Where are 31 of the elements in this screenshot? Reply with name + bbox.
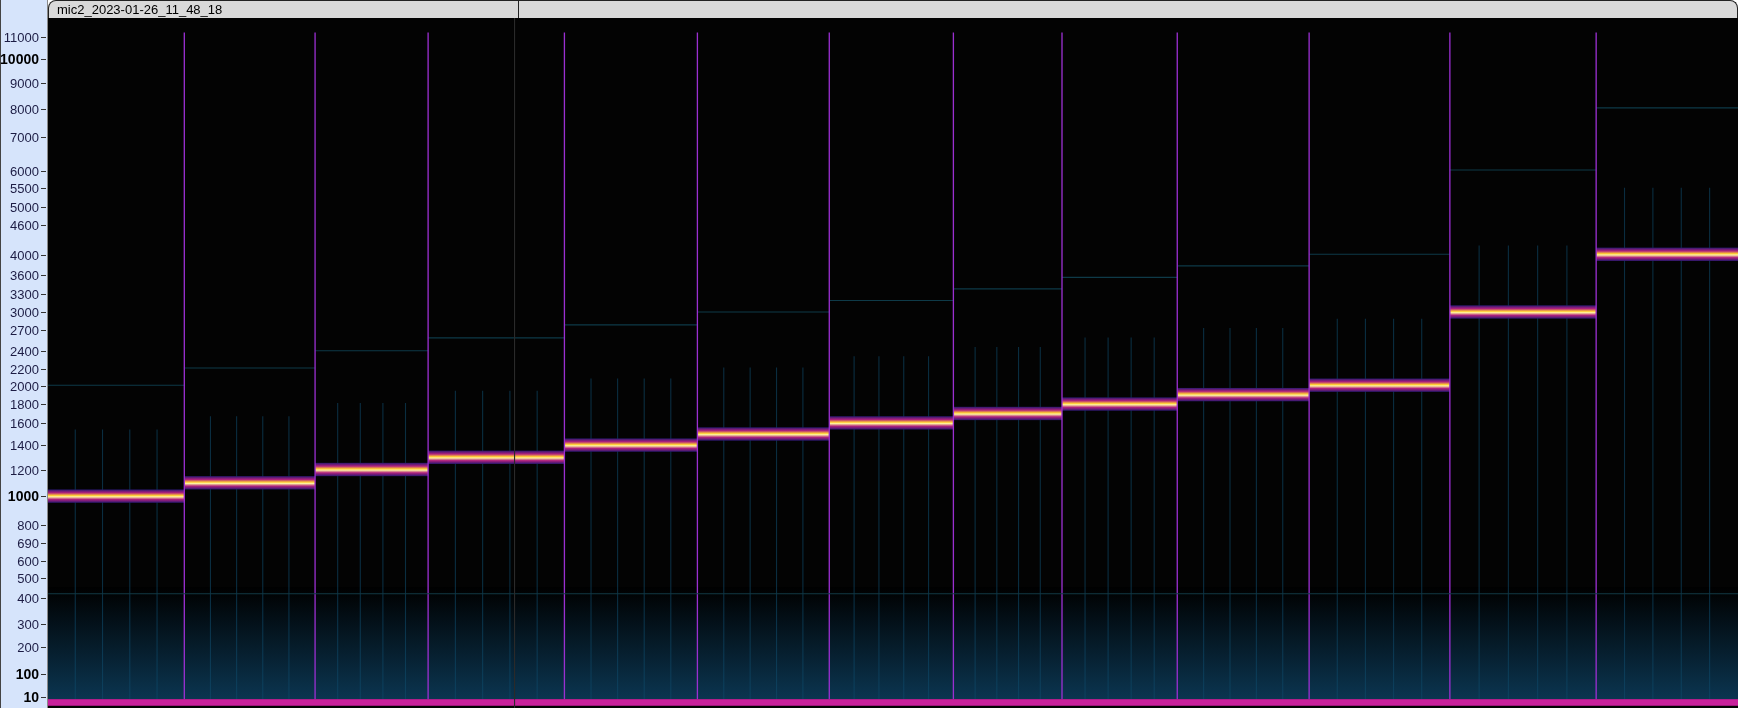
axis-label: 11000 (3, 30, 39, 44)
axis-label: 4000 (10, 248, 39, 262)
axis-label: 3000 (10, 305, 39, 319)
axis-label: 1400 (10, 438, 39, 452)
axis-label: 100 (15, 666, 39, 681)
axis-label: 400 (17, 591, 39, 605)
axis-label: 6000 (10, 164, 39, 178)
axis-label: 800 (17, 518, 39, 532)
axis-label: 5500 (10, 181, 39, 195)
axis-label: 1600 (10, 416, 39, 430)
axis-label: 2000 (10, 379, 39, 393)
axis-label: 1200 (10, 463, 39, 477)
axis-label: 3300 (10, 287, 39, 301)
axis-label: 9000 (10, 76, 39, 90)
axis-label: 1800 (10, 397, 39, 411)
axis-label: 600 (17, 554, 39, 568)
axis-label: 690 (17, 536, 39, 550)
axis-label: 1000 (7, 489, 39, 504)
axis-label: 200 (17, 640, 39, 654)
axis-label: 10 (23, 689, 39, 704)
axis-label: 3600 (10, 268, 39, 282)
axis-label: 2700 (10, 323, 39, 337)
axis-label: 8000 (10, 102, 39, 116)
axis-label: 4600 (10, 218, 39, 232)
axis-label: 500 (17, 571, 39, 585)
axis-label: 2200 (10, 362, 39, 376)
axis-label: 2400 (10, 344, 39, 358)
axis-label: 5000 (10, 200, 39, 214)
axis-label: 7000 (10, 130, 39, 144)
axis-label: 10000 (0, 51, 39, 66)
axis-label: 300 (17, 617, 39, 631)
